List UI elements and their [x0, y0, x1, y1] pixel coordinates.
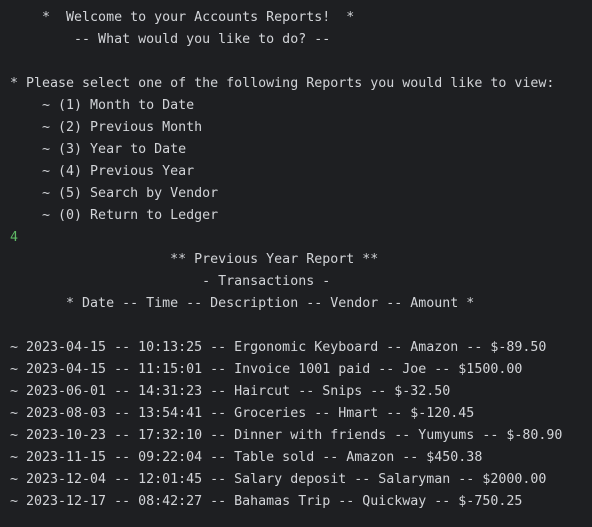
transaction-row: ~ 2023-08-03 -- 13:54:41 -- Groceries --… [10, 406, 475, 421]
user-input[interactable]: 4 [10, 227, 592, 249]
menu-option-year-to-date: ~ (3) Year to Date [10, 142, 187, 157]
menu-option-previous-year: ~ (4) Previous Year [10, 164, 195, 179]
transaction-row: ~ 2023-11-15 -- 09:22:04 -- Table sold -… [10, 450, 483, 465]
report-column-header: * Date -- Time -- Description -- Vendor … [10, 296, 475, 311]
transaction-row: ~ 2023-06-01 -- 14:31:23 -- Haircut -- S… [10, 384, 451, 399]
menu-instruction: * Please select one of the following Rep… [10, 76, 555, 91]
report-title: ** Previous Year Report ** [10, 252, 379, 267]
transaction-row: ~ 2023-04-15 -- 11:15:01 -- Invoice 1001… [10, 362, 523, 377]
transaction-row: ~ 2023-04-15 -- 10:13:25 -- Ergonomic Ke… [10, 340, 547, 355]
transaction-row: ~ 2023-10-23 -- 17:32:10 -- Dinner with … [10, 428, 563, 443]
prompt-question: -- What would you like to do? -- [10, 32, 331, 47]
welcome-banner: * Welcome to your Accounts Reports! * [10, 10, 355, 25]
menu-option-return-to-ledger: ~ (0) Return to Ledger [10, 208, 219, 223]
transaction-row: ~ 2023-12-17 -- 08:42:27 -- Bahamas Trip… [10, 494, 523, 509]
transaction-row: ~ 2023-12-04 -- 12:01:45 -- Salary depos… [10, 472, 547, 487]
menu-option-search-by-vendor: ~ (5) Search by Vendor [10, 186, 219, 201]
console-output[interactable]: * Welcome to your Accounts Reports! * --… [0, 0, 592, 527]
report-subtitle: - Transactions - [10, 274, 331, 289]
menu-option-previous-month: ~ (2) Previous Month [10, 120, 203, 135]
menu-option-month-to-date: ~ (1) Month to Date [10, 98, 195, 113]
